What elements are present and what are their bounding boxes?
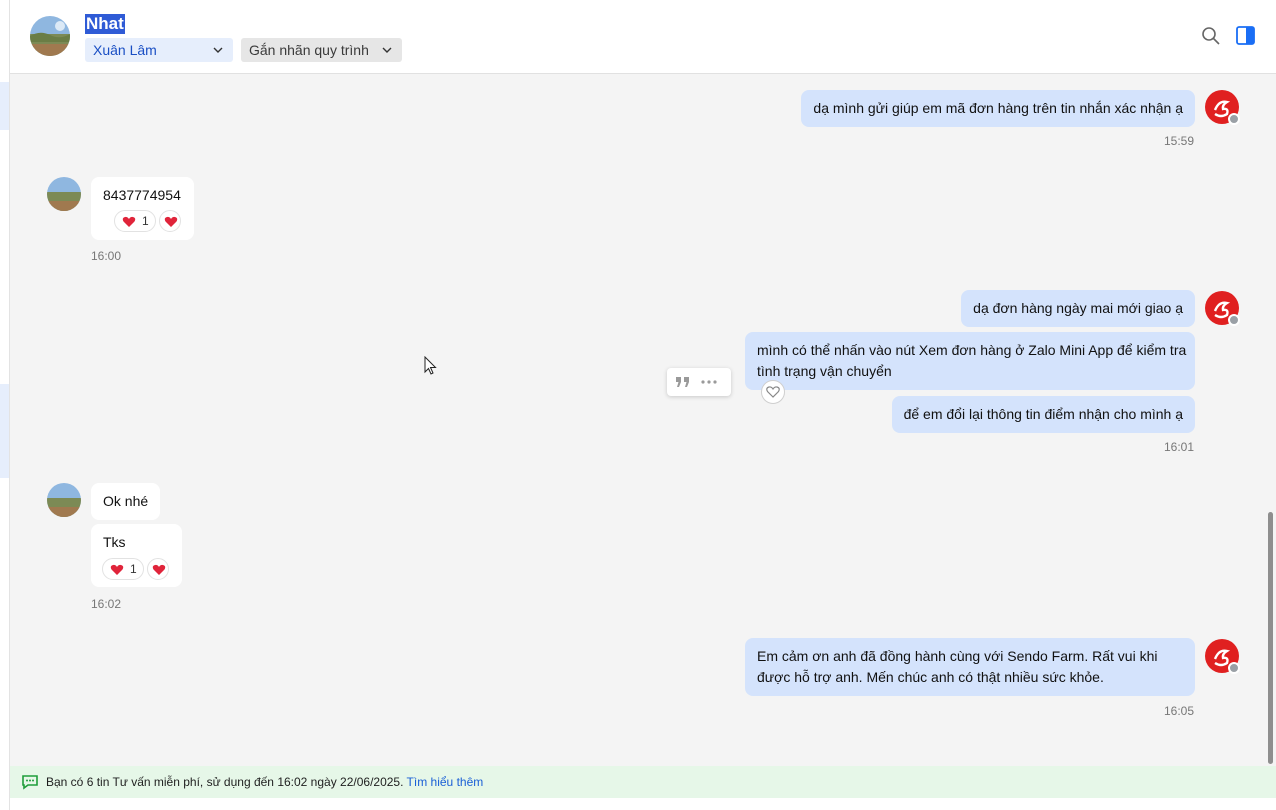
reaction-summary[interactable]: 1 (102, 558, 144, 580)
message-list[interactable]: dạ mình gửi giúp em mã đơn hàng trên tin… (10, 74, 1266, 766)
message-hover-toolbar (667, 368, 731, 396)
chat-bubble-icon (22, 775, 38, 790)
message-incoming[interactable]: Ok nhé (91, 483, 161, 520)
reaction-summary[interactable]: 1 (114, 210, 156, 232)
conversation-list-edge (0, 0, 10, 810)
shop-avatar (1205, 291, 1240, 326)
message-scrollbar[interactable] (1266, 74, 1276, 766)
free-message-notice: Bạn có 6 tin Tư vấn miễn phí, sử dụng đế… (10, 766, 1276, 798)
conversation-list-highlight (0, 82, 9, 130)
landscape-avatar-icon (47, 177, 81, 211)
heart-outline-icon (766, 386, 780, 398)
contact-avatar[interactable] (30, 16, 70, 56)
conversation-list-highlight (0, 384, 9, 478)
landscape-avatar-icon (30, 16, 70, 56)
customer-avatar[interactable] (47, 483, 81, 517)
contact-name[interactable]: Nhat (85, 14, 125, 34)
react-button[interactable] (761, 380, 785, 404)
more-options-icon[interactable] (701, 380, 717, 384)
composer-edge (10, 798, 1276, 810)
chevron-down-icon (382, 47, 392, 53)
learn-more-link[interactable]: Tìm hiểu thêm (407, 775, 484, 789)
assignee-dropdown[interactable]: Xuân Lâm (85, 38, 233, 62)
heart-icon (152, 564, 166, 575)
message-outgoing[interactable]: mình có thể nhấn vào nút Xem đơn hàng ở … (745, 332, 1195, 390)
process-tag-dropdown[interactable]: Gắn nhãn quy trình (241, 38, 402, 62)
heart-icon (110, 564, 124, 575)
message-outgoing[interactable]: Em cảm ơn anh đã đồng hành cùng với Send… (745, 638, 1195, 696)
shop-avatar (1205, 639, 1240, 674)
message-time: 16:01 (1164, 440, 1195, 454)
chevron-down-icon (213, 47, 223, 53)
message-outgoing[interactable]: dạ đơn hàng ngày mai mới giao ạ (961, 290, 1195, 327)
mouse-cursor-icon (424, 356, 437, 375)
heart-icon (164, 216, 178, 227)
chat-header: Nhat Xuân Lâm Gắn nhãn quy trình (10, 0, 1276, 74)
message-time: 16:00 (91, 249, 122, 263)
side-panel-icon[interactable] (1236, 26, 1255, 45)
add-reaction-button[interactable] (159, 210, 181, 232)
add-reaction-button[interactable] (147, 558, 169, 580)
message-outgoing[interactable]: dạ mình gửi giúp em mã đơn hàng trên tin… (801, 90, 1195, 127)
heart-icon (122, 216, 136, 227)
scrollbar-thumb[interactable] (1268, 512, 1273, 764)
customer-avatar[interactable] (47, 177, 81, 211)
message-outgoing[interactable]: để em đổi lại thông tin điểm nhận cho mì… (891, 396, 1195, 433)
quote-reply-icon[interactable] (675, 376, 691, 388)
landscape-avatar-icon (47, 483, 81, 517)
process-tag-label: Gắn nhãn quy trình (249, 42, 369, 58)
message-time: 15:59 (1164, 134, 1195, 148)
search-icon[interactable] (1201, 26, 1221, 46)
message-time: 16:05 (1164, 704, 1195, 718)
notice-text: Bạn có 6 tin Tư vấn miễn phí, sử dụng đế… (46, 775, 407, 789)
message-time: 16:02 (91, 597, 122, 611)
shop-avatar (1205, 90, 1240, 125)
assignee-label: Xuân Lâm (93, 42, 157, 58)
